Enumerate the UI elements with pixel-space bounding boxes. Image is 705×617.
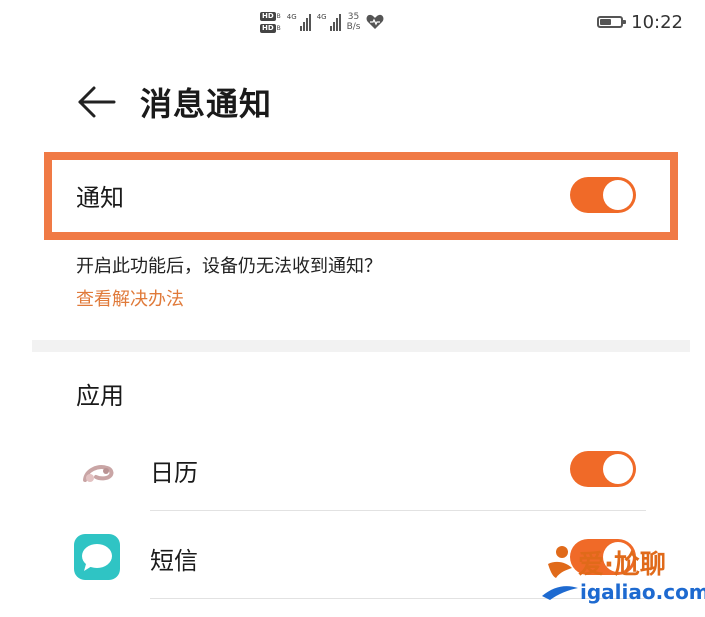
messages-app-icon [74,534,120,580]
section-divider [32,340,690,352]
notification-label: 通知 [76,184,124,212]
network-type-label: 4G [286,13,297,21]
page-title: 消息通知 [140,85,273,123]
network-speed-value: 35 [347,12,360,22]
toggle-knob [603,454,633,484]
notification-hint: 开启此功能后，设备仍无法收到通知？ [76,256,382,277]
signal-icon: 4G [287,13,311,31]
hd-badge-label: HD [260,23,276,33]
notification-toggle[interactable] [570,177,636,213]
heart-health-icon [367,14,384,29]
back-arrow-icon[interactable] [74,82,118,122]
signal-icon: 4G [317,13,341,31]
network-speed: 35 B/s [347,12,361,32]
battery-icon [597,16,627,28]
apps-section-title: 应用 [76,382,124,410]
battery-fill [600,19,612,25]
watermark-bottom-text: igaliao.com [580,580,705,604]
page-header: 消息通知 [32,72,272,132]
site-watermark: 爱·尬聊 igaliao.com [540,540,705,610]
hd-icon: HD B [260,11,281,21]
status-bar-right: 10:22 [597,10,683,34]
clock: 10:22 [631,11,683,33]
calendar-toggle[interactable] [570,451,636,487]
app-label-messages: 短信 [150,547,198,575]
hd-badge-sub: B [276,12,281,20]
hd-badges: HD B HD B [260,11,281,33]
status-bar: HD B HD B 4G 4G 35 B/s 10:22 [0,0,705,44]
hd-icon: HD B [260,23,281,33]
app-label-calendar: 日历 [150,459,198,487]
toggle-knob [603,180,633,210]
troubleshoot-link[interactable]: 查看解决办法 [76,285,184,311]
hd-badge-sub: B [276,24,281,32]
watermark-logo-icon [542,546,578,600]
calendar-app-icon [83,465,114,482]
network-speed-unit: B/s [346,22,361,32]
row-divider [150,510,646,511]
status-bar-indicators: HD B HD B 4G 4G 35 B/s [260,6,384,38]
hd-badge-label: HD [260,11,276,21]
network-type-label: 4G [316,13,327,21]
notification-settings-screen: HD B HD B 4G 4G 35 B/s 10:22 消息通知 通知 开启此… [0,0,705,617]
watermark-top-text: 爱·尬聊 [578,550,666,580]
